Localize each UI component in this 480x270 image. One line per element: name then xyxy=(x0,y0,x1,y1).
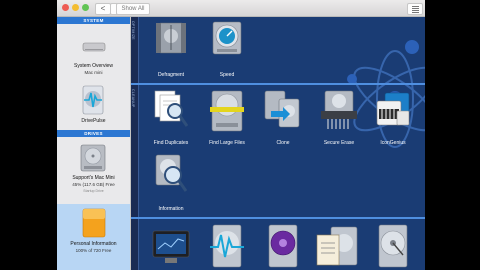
drives-header: DRIVES xyxy=(57,130,130,137)
tile-repair[interactable] xyxy=(309,219,365,270)
find-large-files-label: Find Large Files xyxy=(209,140,245,146)
defragment-icon xyxy=(156,22,186,54)
sidebar-item-system-overview[interactable]: System Overview Mac mini xyxy=(57,25,130,75)
system-overview-sub: Mac mini xyxy=(84,70,103,75)
sidebar-item-personal-information[interactable]: Personal Information 100% of 720 Free xyxy=(57,204,130,270)
drive-yellow-icon xyxy=(82,208,106,238)
speed-label: Speed xyxy=(219,72,235,78)
drivepulse-icon xyxy=(82,85,104,115)
tools-section xyxy=(131,219,425,270)
title-bar: < > Show All xyxy=(57,0,425,17)
close-window-button[interactable] xyxy=(62,4,69,11)
optimize-label: OPTIMIZE xyxy=(131,21,135,40)
hard-drive-icon xyxy=(80,144,106,172)
tile-verify[interactable] xyxy=(365,219,421,270)
optimize-strip: OPTIMIZE xyxy=(131,17,139,83)
sidebar-item-drivepulse[interactable]: DrivePulse xyxy=(57,79,130,125)
tile-secure-erase[interactable]: Secure Erase xyxy=(311,85,367,147)
tile-icon-genius[interactable]: IconGenius xyxy=(365,85,421,147)
drive-status: Startup Drive xyxy=(83,189,104,193)
minimize-window-button[interactable] xyxy=(72,4,79,11)
tools-strip xyxy=(131,219,139,270)
drivepulse-label: DrivePulse xyxy=(81,118,106,124)
tile-monitor[interactable] xyxy=(143,219,199,270)
sidebar-item-startup-drive[interactable]: Support's Mac Mini 45% (117.6 GB) Free S… xyxy=(57,138,130,200)
icon-genius-icon xyxy=(376,92,410,126)
personal-info-label: Personal Information xyxy=(70,241,117,247)
system-header: SYSTEM xyxy=(57,17,130,24)
show-all-button[interactable]: Show All xyxy=(116,3,150,15)
defragment-label: Defragment xyxy=(157,72,185,78)
list-icon-line xyxy=(412,12,419,13)
information-icon xyxy=(155,154,188,192)
find-duplicates-label: Find Duplicates xyxy=(153,140,189,146)
tile-speed[interactable]: Speed xyxy=(199,17,255,81)
icon-genius-label: IconGenius xyxy=(380,140,406,146)
sidebar: SYSTEM System Overview Mac mini DrivePul… xyxy=(57,17,131,270)
back-button[interactable]: < xyxy=(95,3,111,15)
tile-defragment[interactable]: Defragment xyxy=(143,17,199,81)
secure-erase-label: Secure Erase xyxy=(323,140,355,146)
app-window: < > Show All SYSTEM System Overview Mac … xyxy=(57,0,425,270)
tile-find-large-files[interactable]: Find Large Files xyxy=(199,85,255,147)
rebuild-icon xyxy=(268,224,298,268)
verify-icon xyxy=(378,224,408,268)
zoom-window-button[interactable] xyxy=(82,4,89,11)
optimize-section: OPTIMIZE Defragment Speed xyxy=(131,17,425,83)
system-overview-label: System Overview xyxy=(74,63,113,69)
tile-drive-pulse[interactable] xyxy=(199,219,255,270)
list-view-button[interactable] xyxy=(407,3,423,15)
cleanup-section: CLEANUP Find Duplicates Find Large Files… xyxy=(131,85,425,217)
clone-icon xyxy=(264,90,300,128)
repair-icon xyxy=(316,226,358,266)
drive-pulse-icon xyxy=(210,224,244,268)
cleanup-strip: CLEANUP xyxy=(131,85,139,217)
find-large-files-icon xyxy=(210,90,244,132)
monitor-icon xyxy=(152,230,190,263)
main-panel: OPTIMIZE Defragment Speed CLEANUP Find D… xyxy=(131,17,425,270)
tile-find-duplicates[interactable]: Find Duplicates xyxy=(143,85,199,147)
personal-info-free: 100% of 720 Free xyxy=(75,248,112,253)
drive-free-space: 45% (117.6 GB) Free xyxy=(72,182,115,187)
secure-erase-icon xyxy=(321,90,357,129)
list-icon-line xyxy=(412,8,419,9)
list-icon-line xyxy=(412,10,419,11)
information-label: Information xyxy=(158,206,184,212)
find-duplicates-icon xyxy=(154,90,189,127)
tile-clone[interactable]: Clone xyxy=(255,85,311,147)
mac-mini-icon xyxy=(82,42,106,52)
clone-label: Clone xyxy=(276,140,290,146)
drive-name: Support's Mac Mini xyxy=(72,175,115,181)
tile-information[interactable]: Information xyxy=(143,149,199,215)
speed-icon xyxy=(212,21,242,55)
list-icon xyxy=(412,6,419,7)
cleanup-label: CLEANUP xyxy=(131,89,135,108)
tile-rebuild[interactable] xyxy=(255,219,311,270)
